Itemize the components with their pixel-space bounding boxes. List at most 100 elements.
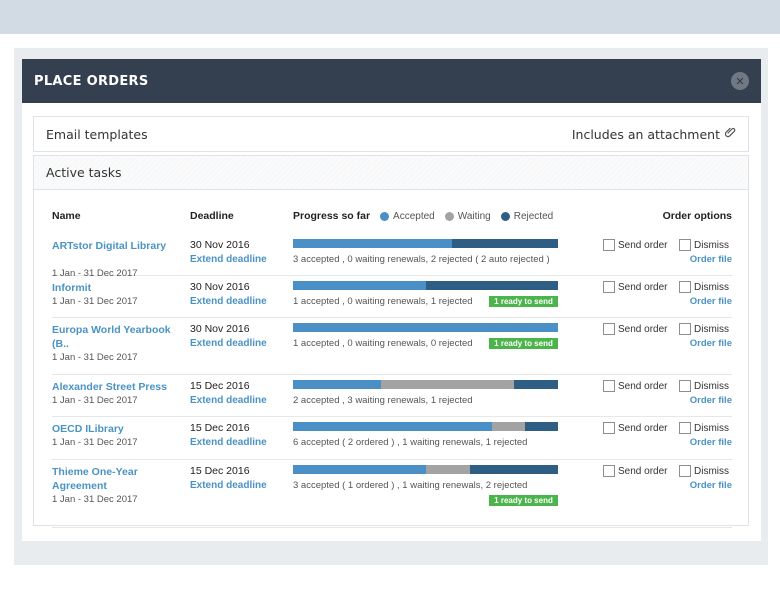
checkbox[interactable] xyxy=(603,422,615,434)
top-bar xyxy=(0,0,780,34)
progress-rejected xyxy=(425,281,558,290)
active-tasks-label: Active tasks xyxy=(46,165,122,180)
ready-badge: 1 ready to send xyxy=(489,296,558,307)
checkbox[interactable] xyxy=(603,323,615,335)
checkbox[interactable] xyxy=(679,239,691,251)
dismiss-checkbox[interactable]: Dismiss xyxy=(679,422,729,434)
table-row: OECD ILibrary 1 Jan - 31 Dec 2017 15 Dec 2… xyxy=(52,417,732,460)
send-order-checkbox[interactable]: Send order xyxy=(603,422,667,434)
order-file-link[interactable]: Order file xyxy=(690,437,732,448)
extend-deadline-link[interactable]: Extend deadline xyxy=(190,296,267,307)
extend-deadline-link[interactable]: Extend deadline xyxy=(190,254,267,265)
table-row: Europa World Yearbook (B.. 1 Jan - 31 Dec… xyxy=(52,318,732,375)
checkbox[interactable] xyxy=(679,323,691,335)
progress-summary: 1 accepted , 0 waiting renewals, 0 rejec… xyxy=(293,338,473,349)
checkbox[interactable] xyxy=(679,281,691,293)
progress-bar xyxy=(293,239,558,248)
order-file-link[interactable]: Order file xyxy=(690,296,732,307)
order-file-link[interactable]: Order file xyxy=(690,395,732,406)
order-file-link[interactable]: Order file xyxy=(690,254,732,265)
checkbox[interactable] xyxy=(603,281,615,293)
legend-accepted: Accepted xyxy=(380,211,435,222)
progress-label: Progress so far xyxy=(293,210,371,222)
ready-badge: 1 ready to send xyxy=(489,495,558,506)
legend-waiting: Waiting xyxy=(444,211,491,222)
table-row: Alexander Street Press 1 Jan - 31 Dec 201… xyxy=(52,375,732,417)
progress-bar xyxy=(293,380,558,389)
dismiss-checkbox[interactable]: Dismiss xyxy=(679,323,729,335)
deadline-date: 15 Dec 2016 xyxy=(190,465,250,477)
ready-badge: 1 ready to send xyxy=(489,338,558,349)
task-name-link[interactable]: Alexander Street Press xyxy=(52,380,182,394)
close-icon[interactable]: ✕ xyxy=(731,72,749,90)
progress-bar xyxy=(293,281,558,290)
tasks-table: Name Deadline Progress so far Accepted W… xyxy=(52,208,732,528)
attachment-indicator: Includes an attachment xyxy=(572,127,736,142)
dismiss-checkbox[interactable]: Dismiss xyxy=(679,465,729,477)
checkbox[interactable] xyxy=(603,465,615,477)
checkbox[interactable] xyxy=(603,239,615,251)
date-range: 1 Jan - 31 Dec 2017 xyxy=(52,437,138,448)
progress-accepted xyxy=(293,422,492,431)
order-file-link[interactable]: Order file xyxy=(690,338,732,349)
extend-deadline-link[interactable]: Extend deadline xyxy=(190,437,267,448)
progress-summary: 3 accepted , 0 waiting renewals, 2 rejec… xyxy=(293,254,550,265)
email-templates-panel[interactable]: Email templates Includes an attachment xyxy=(33,116,749,152)
progress-rejected xyxy=(452,239,558,248)
modal-header: PLACE ORDERS ✕ xyxy=(22,59,761,103)
checkbox[interactable] xyxy=(603,380,615,392)
checkbox[interactable] xyxy=(679,422,691,434)
date-range: 1 Jan - 31 Dec 2017 xyxy=(52,395,138,406)
progress-bar xyxy=(293,323,558,332)
send-order-checkbox[interactable]: Send order xyxy=(603,380,667,392)
table-row: ARTstor Digital Library 1 Jan - 31 Dec 20… xyxy=(52,234,732,279)
active-tasks-panel: Active tasks Name Deadline Progress so f… xyxy=(33,155,749,528)
task-name-link[interactable]: Europa World Yearbook (B.. xyxy=(52,323,182,351)
progress-waiting xyxy=(425,465,470,474)
send-order-checkbox[interactable]: Send order xyxy=(603,281,667,293)
task-name-link[interactable]: OECD ILibrary xyxy=(52,422,182,436)
extend-deadline-link[interactable]: Extend deadline xyxy=(190,338,267,349)
date-range: 1 Jan - 31 Dec 2017 xyxy=(52,352,138,363)
checkbox[interactable] xyxy=(679,465,691,477)
dismiss-checkbox[interactable]: Dismiss xyxy=(679,239,729,251)
dismiss-checkbox[interactable]: Dismiss xyxy=(679,281,729,293)
send-order-checkbox[interactable]: Send order xyxy=(603,323,667,335)
progress-accepted xyxy=(293,465,426,474)
progress-summary: 1 accepted , 0 waiting renewals, 1 rejec… xyxy=(293,296,473,307)
paperclip-icon xyxy=(724,127,736,142)
date-range: 1 Jan - 31 Dec 2017 xyxy=(52,494,138,505)
legend-rejected: Rejected xyxy=(500,211,553,222)
extend-deadline-link[interactable]: Extend deadline xyxy=(190,480,267,491)
progress-rejected xyxy=(469,465,558,474)
deadline-date: 30 Nov 2016 xyxy=(190,281,250,293)
table-header: Name Deadline Progress so far Accepted W… xyxy=(52,208,732,234)
progress-accepted xyxy=(293,323,558,332)
progress-waiting xyxy=(381,380,514,389)
order-file-link[interactable]: Order file xyxy=(690,480,732,491)
active-tasks-header: Active tasks xyxy=(34,156,748,190)
modal-title: PLACE ORDERS xyxy=(34,73,149,89)
progress-waiting xyxy=(491,422,525,431)
send-order-checkbox[interactable]: Send order xyxy=(603,239,667,251)
task-name-link[interactable]: ARTstor Digital Library xyxy=(52,239,182,253)
table-row: Informit 1 Jan - 31 Dec 2017 30 Nov 2016 Ex… xyxy=(52,276,732,318)
send-order-checkbox[interactable]: Send order xyxy=(603,465,667,477)
progress-accepted xyxy=(293,281,426,290)
email-templates-label: Email templates xyxy=(46,126,148,142)
extend-deadline-link[interactable]: Extend deadline xyxy=(190,395,267,406)
progress-summary: 3 accepted ( 1 ordered ) , 1 waiting ren… xyxy=(293,480,528,491)
task-rows: ARTstor Digital Library 1 Jan - 31 Dec 20… xyxy=(52,234,732,528)
task-name-link[interactable]: Thieme One-Year Agreement xyxy=(52,465,182,493)
deadline-date: 30 Nov 2016 xyxy=(190,323,250,335)
table-row: Thieme One-Year Agreement 1 Jan - 31 Dec … xyxy=(52,460,732,528)
progress-bar xyxy=(293,422,558,431)
task-name-link[interactable]: Informit xyxy=(52,281,182,295)
place-orders-modal: PLACE ORDERS ✕ Email templates Includes … xyxy=(22,59,761,541)
deadline-date: 15 Dec 2016 xyxy=(190,380,250,392)
dismiss-checkbox[interactable]: Dismiss xyxy=(679,380,729,392)
checkbox[interactable] xyxy=(679,380,691,392)
deadline-date: 30 Nov 2016 xyxy=(190,239,250,251)
date-range: 1 Jan - 31 Dec 2017 xyxy=(52,296,138,307)
col-name: Name xyxy=(52,210,81,222)
